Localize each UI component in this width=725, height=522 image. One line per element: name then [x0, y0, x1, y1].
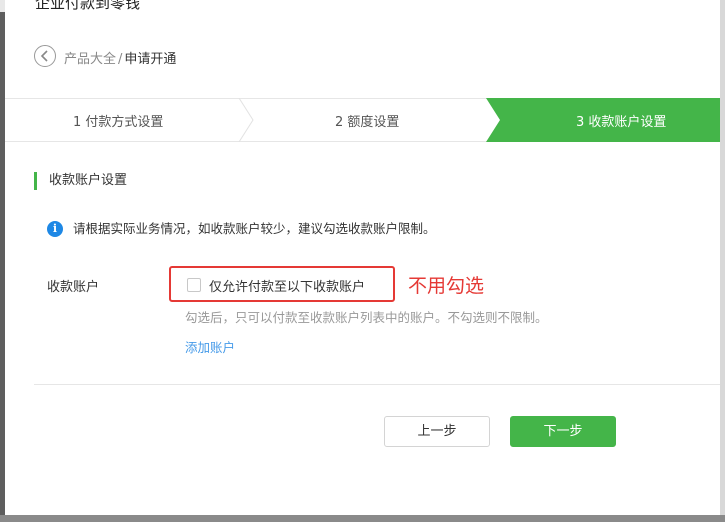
- notice-text: 请根据实际业务情况，如收款账户较少，建议勾选收款账户限制。: [73, 221, 436, 236]
- restrict-accounts-checkbox-label[interactable]: 仅允许付款至以下收款账户: [209, 276, 365, 295]
- info-icon: i: [47, 221, 63, 237]
- chevron-left-icon: [40, 50, 48, 62]
- checkbox-hint: 勾选后，只可以付款至收款账户列表中的账户。不勾选则不限制。: [185, 310, 548, 325]
- dialog-panel: 企业付款到零钱 产品大全 / 申请开通 1 付款方式设置 2 额度设置 3 收款账户…: [5, 0, 720, 515]
- add-account-link[interactable]: 添加账户: [185, 337, 235, 356]
- step-1-payment-method: 1 付款方式设置: [73, 115, 164, 130]
- background-page-bottom: [0, 515, 725, 522]
- breadcrumb-current: 申请开通: [124, 52, 177, 67]
- step-divider-chevron: [238, 98, 254, 142]
- step-2-quota: 2 额度设置: [335, 115, 400, 130]
- back-button[interactable]: [34, 45, 56, 67]
- section-title: 收款账户设置: [34, 172, 127, 190]
- annotation-note: 不用勾选: [408, 275, 485, 297]
- restrict-accounts-checkbox[interactable]: [187, 278, 201, 292]
- dialog-title: 企业付款到零钱: [35, 0, 141, 12]
- breadcrumb-root-link[interactable]: 产品大全: [64, 52, 116, 67]
- step-3-receiving-account: 3 收款账户设置: [576, 115, 667, 130]
- breadcrumb: 产品大全 / 申请开通: [64, 48, 176, 67]
- receiving-account-label: 收款账户: [47, 280, 100, 295]
- breadcrumb-separator: /: [118, 52, 123, 67]
- background-page-right: [720, 0, 725, 522]
- divider: [34, 384, 720, 385]
- next-step-button[interactable]: 下一步: [510, 416, 616, 447]
- step-indicator: 1 付款方式设置 2 额度设置 3 收款账户设置: [5, 98, 720, 142]
- previous-step-button[interactable]: 上一步: [384, 416, 490, 447]
